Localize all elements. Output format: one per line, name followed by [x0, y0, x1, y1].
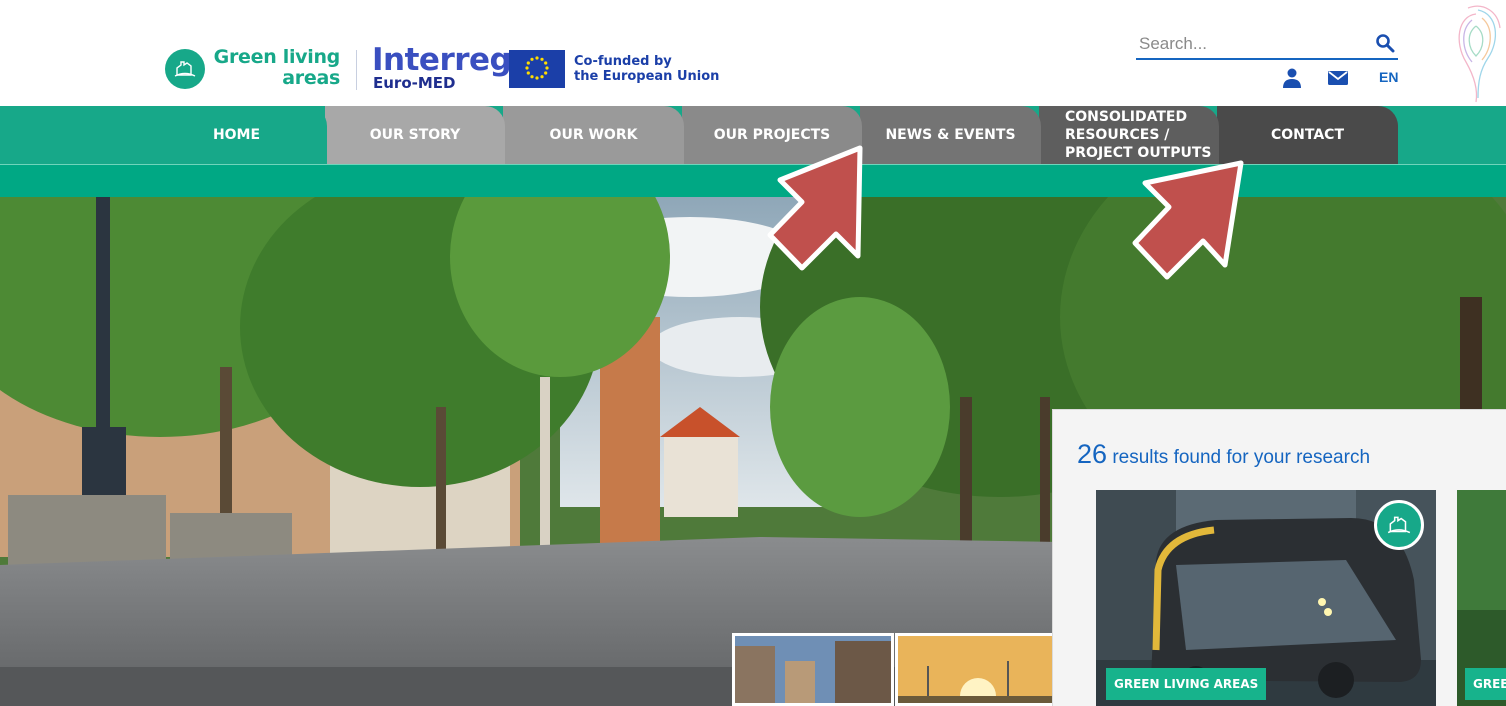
eu-line-2: the European Union — [574, 69, 720, 84]
mail-icon[interactable] — [1326, 68, 1350, 88]
tab-our-story-label: OUR STORY — [369, 127, 461, 143]
results-count: 26 — [1077, 439, 1108, 469]
annotation-arrow-icon — [1132, 160, 1244, 280]
logo-divider — [356, 50, 357, 90]
card-logo-icon — [1374, 500, 1424, 550]
tab-contact-label: CONTACT — [1270, 127, 1344, 143]
thumbnail-wind-turbines[interactable] — [895, 633, 1055, 706]
card-category-badge[interactable]: GREE — [1465, 668, 1506, 700]
tab-our-work[interactable]: OUR WORK — [503, 106, 684, 164]
user-account-icon[interactable] — [1281, 67, 1303, 89]
eu-flag-icon — [509, 50, 565, 88]
result-card[interactable]: GREEN LIVING AREAS — [1096, 490, 1436, 706]
interreg-logo[interactable]: Interreg — [372, 44, 512, 76]
tab-consolidated-label: CONSOLIDATED RESOURCES / PROJECT OUTPUTS — [1065, 108, 1212, 162]
language-selector[interactable]: EN — [1379, 69, 1398, 85]
tab-our-story[interactable]: OUR STORY — [325, 106, 505, 164]
green-living-logo-icon[interactable] — [165, 49, 205, 89]
results-summary: 26 results found for your research — [1077, 439, 1370, 470]
tab-consolidated-line-1: CONSOLIDATED — [1065, 109, 1188, 125]
annotation-arrow-icon — [767, 145, 863, 271]
search-input[interactable] — [1136, 30, 1398, 60]
brand-line-2: areas — [282, 67, 340, 89]
fingerprint-decoration-icon — [1448, 2, 1504, 106]
result-card[interactable]: GREE — [1457, 490, 1506, 706]
tab-our-work-label: OUR WORK — [549, 127, 638, 143]
tab-home[interactable]: HOME — [0, 106, 327, 164]
card-category-badge[interactable]: GREEN LIVING AREAS — [1106, 668, 1267, 700]
eu-line-1: Co-funded by — [574, 54, 672, 69]
thumbnail-city[interactable] — [732, 633, 894, 706]
brand-line-1: Green living — [213, 46, 341, 68]
brand-name[interactable]: Green living areas — [212, 46, 341, 89]
eu-cofunded-text: Co-funded by the European Union — [574, 54, 719, 84]
search-results-panel: 26 results found for your research GREEN… — [1052, 409, 1506, 706]
euromed-label: Euro-MED — [373, 74, 456, 92]
tab-consolidated-line-2: RESOURCES / — [1065, 127, 1170, 143]
tab-home-label: HOME — [212, 127, 261, 143]
search-icon[interactable] — [1372, 30, 1398, 56]
results-text: results found for your research — [1112, 447, 1371, 468]
